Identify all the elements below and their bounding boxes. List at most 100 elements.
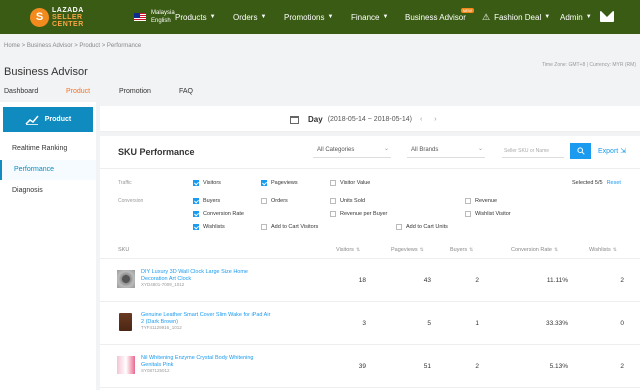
top-navigation-bar: S LAZADA SELLER CENTER Malaysia English … <box>0 0 640 34</box>
chevron-down-icon: ▼ <box>382 14 389 20</box>
region-language-selector[interactable]: Malaysia English <box>134 9 175 25</box>
metric-add-to-cart-visitors-checkbox[interactable]: Add to Cart Visitors <box>261 224 318 230</box>
sidebar-item-realtime-ranking[interactable]: Realtime Ranking <box>0 139 96 159</box>
nav-admin[interactable]: Admin ▼ <box>560 13 592 22</box>
checkbox-checked-icon <box>261 180 267 186</box>
panel-title: SKU Performance <box>118 147 195 157</box>
product-name-link[interactable]: Genuine Leather Smart Cover Slim Wake fo… <box>141 312 271 332</box>
new-badge: NEW <box>460 7 474 13</box>
cell-buyers: 2 <box>475 363 479 370</box>
mail-icon[interactable] <box>600 11 614 22</box>
column-header-wishlists[interactable]: Wishlists ⇅ <box>589 247 617 253</box>
product-thumbnail[interactable] <box>117 270 135 288</box>
column-header-buyers[interactable]: Buyers ⇅ <box>450 247 473 253</box>
metric-pageviews-checkbox[interactable]: Pageviews <box>261 180 298 186</box>
logo-line-1: LAZADA <box>52 6 84 14</box>
conversion-label: Conversion <box>118 198 144 204</box>
external-link-icon: ⇲ <box>620 148 627 155</box>
search-input[interactable]: Seller SKU or Name <box>502 145 564 158</box>
cell-wishlists: 2 <box>620 363 624 370</box>
table-row: DIY Luxury 3D Wall Clock Large Size Home… <box>100 260 640 302</box>
checkbox-unchecked-icon <box>330 180 336 186</box>
checkbox-checked-icon <box>193 211 199 217</box>
metric-orders-checkbox[interactable]: Orders <box>261 198 288 204</box>
warning-icon: ⚠ <box>482 11 491 22</box>
brand-select[interactable]: All Brands <box>407 145 485 158</box>
nav-business-advisor[interactable]: Business Advisor NEW <box>405 7 474 22</box>
sidebar-item-diagnosis[interactable]: Diagnosis <box>0 181 96 201</box>
sidebar-item-performance[interactable]: Performance <box>0 160 96 180</box>
logo-icon: S <box>30 7 49 27</box>
divider <box>100 168 640 169</box>
checkbox-unchecked-icon <box>261 198 267 204</box>
nav-products[interactable]: Products ▼ <box>175 13 216 22</box>
chevron-down-icon: ▼ <box>209 14 216 20</box>
chevron-down-icon: ▼ <box>327 14 334 20</box>
metric-visitor-value-checkbox[interactable]: Visitor Value <box>330 180 370 186</box>
logo-line-3: CENTER <box>52 20 84 28</box>
checkbox-unchecked-icon <box>330 198 336 204</box>
tab-promotion[interactable]: Promotion <box>119 88 151 95</box>
product-thumbnail[interactable] <box>119 313 132 331</box>
calendar-icon[interactable] <box>290 115 299 124</box>
cell-visitors: 18 <box>358 277 366 284</box>
category-select[interactable]: All Categories <box>313 145 391 158</box>
column-header-sku: SKU <box>118 247 130 253</box>
traffic-label: Traffic <box>118 180 132 186</box>
tab-product[interactable]: Product <box>66 88 90 95</box>
tab-dashboard[interactable]: Dashboard <box>4 88 38 95</box>
metric-revenue-checkbox[interactable]: Revenue <box>465 198 497 204</box>
breadcrumb: Home > Business Advisor > Product > Perf… <box>4 43 142 49</box>
column-header-visitors[interactable]: Visitors ⇅ <box>336 247 360 253</box>
cell-buyers: 2 <box>475 277 479 284</box>
period-day[interactable]: Day <box>308 115 323 124</box>
product-name-link[interactable]: Nil Whitening Enzyme Crystal Body Whiten… <box>141 355 271 375</box>
nav-fashion-deal[interactable]: ⚠ Fashion Deal ▼ <box>482 12 550 23</box>
trend-chart-icon <box>25 115 39 125</box>
product-thumbnail[interactable] <box>117 356 135 374</box>
chevron-down-icon: ▼ <box>260 14 267 20</box>
date-range: (2018-05-14 ~ 2018-05-14) <box>327 116 412 123</box>
export-link[interactable]: Export ⇲ <box>598 147 626 155</box>
table-row: Genuine Leather Smart Cover Slim Wake fo… <box>100 303 640 345</box>
reset-link[interactable]: Reset <box>607 180 621 186</box>
metric-units-sold-checkbox[interactable]: Units Sold <box>330 198 365 204</box>
cell-conversion-rate: 5.13% <box>549 363 568 370</box>
cell-pageviews: 51 <box>423 363 431 370</box>
metric-conversion-rate-checkbox[interactable]: Conversion Rate <box>193 211 244 217</box>
product-section-label: Product <box>44 116 72 123</box>
cell-visitors: 3 <box>362 320 366 327</box>
prev-date-arrow-icon[interactable]: ‹ <box>420 116 422 123</box>
next-date-arrow-icon[interactable]: › <box>434 116 436 123</box>
lazada-seller-center-logo[interactable]: S LAZADA SELLER CENTER <box>30 7 110 28</box>
checkbox-checked-icon <box>193 198 199 204</box>
search-button[interactable] <box>570 143 591 159</box>
logo-line-2: SELLER <box>52 13 83 21</box>
column-header-conversion-rate[interactable]: Conversion Rate ⇅ <box>511 247 558 253</box>
product-sku-id: TYF41129916_1012 <box>141 325 182 330</box>
column-header-pageviews[interactable]: Pageviews ⇅ <box>391 247 424 253</box>
page-title: Business Advisor <box>4 66 88 78</box>
metric-buyers-checkbox[interactable]: Buyers <box>193 198 220 204</box>
sort-icon: ⇅ <box>553 247 559 253</box>
cell-buyers: 1 <box>475 320 479 327</box>
product-sku-id: XYD4801-7009_1012 <box>141 282 185 287</box>
metric-revenue-per-buyer-checkbox[interactable]: Revenue per Buyer <box>330 211 387 217</box>
metric-wishlist-visitor-checkbox[interactable]: Wishlist Visitor <box>465 211 511 217</box>
region-country: Malaysia <box>151 10 175 16</box>
sku-performance-panel: SKU Performance All Categories All Brand… <box>100 136 640 390</box>
nav-promotions[interactable]: Promotions ▼ <box>284 13 333 22</box>
cell-wishlists: 2 <box>620 277 624 284</box>
checkbox-checked-icon <box>193 180 199 186</box>
metric-visitors-checkbox[interactable]: Visitors <box>193 180 221 186</box>
nav-finance[interactable]: Finance ▼ <box>351 13 388 22</box>
nav-orders[interactable]: Orders ▼ <box>233 13 266 22</box>
product-name-link[interactable]: DIY Luxury 3D Wall Clock Large Size Home… <box>141 269 271 289</box>
tab-faq[interactable]: FAQ <box>179 88 193 95</box>
divider <box>100 258 640 259</box>
sort-icon: ⇅ <box>419 247 424 253</box>
metric-wishlists-checkbox[interactable]: Wishlists <box>193 224 225 230</box>
sort-icon: ⇅ <box>612 247 617 253</box>
metric-add-to-cart-units-checkbox[interactable]: Add to Cart Units <box>396 224 448 230</box>
product-section-button[interactable]: Product <box>3 107 93 132</box>
